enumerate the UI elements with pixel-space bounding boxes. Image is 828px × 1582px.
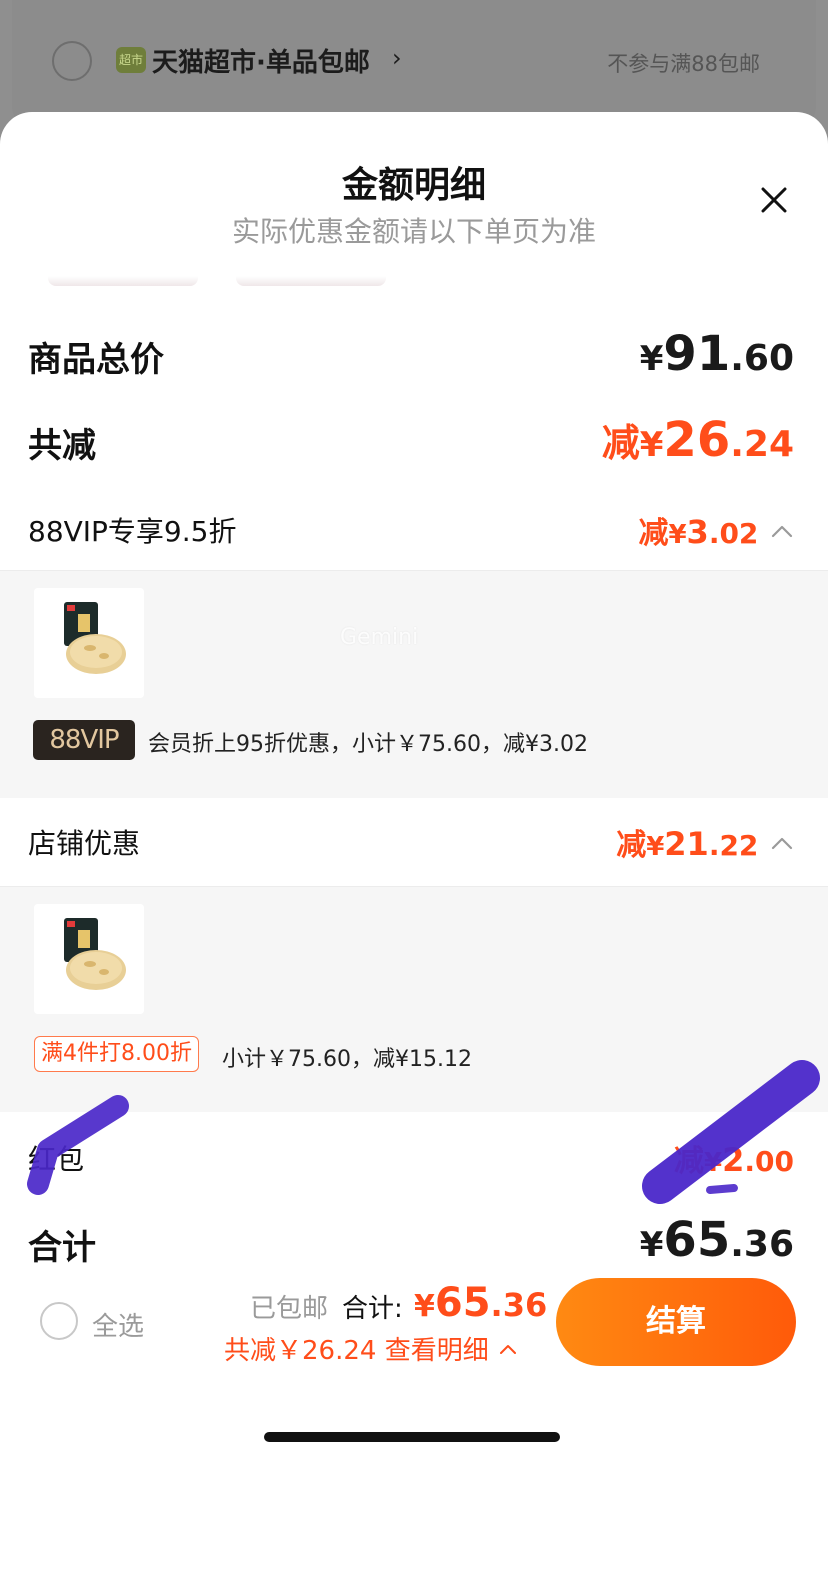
store-discount-header[interactable]: 店铺优惠 减¥21.22: [0, 808, 828, 878]
promo-tag: 满4件打8.00折: [34, 1036, 199, 1072]
vip-discount-label: 88VIP专享9.5折: [28, 515, 237, 548]
background-cart-store-row: 超市 天猫超市·单品包邮 › 不参与满88包邮: [12, 0, 816, 130]
background-store-note: 不参与满88包邮: [607, 52, 760, 76]
chevron-right-icon: ›: [392, 44, 402, 72]
scrolled-content-edge: [48, 276, 198, 286]
chevron-up-icon: [771, 525, 793, 538]
home-indicator: [264, 1432, 560, 1442]
grand-total-label: 合计: [28, 1228, 96, 1268]
view-details-link[interactable]: 共减￥26.24 查看明细: [224, 1330, 517, 1367]
close-icon: [761, 187, 787, 213]
grand-total-value: ¥65.36: [639, 1212, 794, 1268]
vip-discount-header[interactable]: 88VIP专享9.5折 减¥3.02: [0, 498, 828, 568]
bottom-total-label: 合计:: [342, 1294, 403, 1324]
product-image: [34, 904, 144, 1014]
sheet-subtitle: 实际优惠金额请以下单页为准: [231, 215, 596, 248]
marker-scribble: [27, 1095, 129, 1195]
goods-total-row: 商品总价 ¥91.60: [0, 326, 828, 386]
scrolled-content-edge: [236, 276, 386, 286]
tmall-supermarket-logo: 超市: [116, 47, 146, 73]
grand-total-row: 合计 ¥65.36: [0, 1212, 828, 1276]
vip-discount-detail-text: 会员折上95折优惠，小计￥75.60，减¥3.02: [148, 732, 588, 757]
store-discount-label: 店铺优惠: [28, 827, 141, 860]
product-thumbnail[interactable]: [34, 588, 144, 698]
goods-total-value: ¥91.60: [639, 326, 794, 382]
store-discount-detail-text: 小计￥75.60，减¥15.12: [222, 1047, 472, 1072]
page: 超市 天猫超市·单品包邮 › 不参与满88包邮 金额明细 实际优惠金额请以下单页…: [0, 0, 828, 1582]
bottom-total-value: ¥65.36: [414, 1280, 548, 1326]
vip-badge: 88VIP: [33, 720, 135, 760]
watermark: Gemini: [340, 625, 419, 650]
marker-scribble: [642, 1060, 820, 1204]
background-store-name[interactable]: 天猫超市·单品包邮: [152, 42, 370, 79]
total-discount-label: 共减: [28, 426, 96, 466]
vip-discount-value: 减¥3.02: [638, 508, 794, 552]
total-discount-value: 减¥26.24: [601, 412, 794, 468]
product-thumbnail[interactable]: [34, 904, 144, 1014]
chevron-up-icon: [499, 1345, 516, 1354]
goods-total-label: 商品总价: [28, 340, 164, 380]
shipping-status: 已包邮: [250, 1294, 329, 1324]
amount-detail-sheet: 金额明细 实际优惠金额请以下单页为准 商品总价 ¥91.60 共减 减¥26.2…: [0, 112, 828, 1582]
background-store-radio[interactable]: [52, 41, 92, 81]
product-image: [34, 588, 144, 698]
chevron-up-icon: [771, 837, 793, 850]
select-all-radio[interactable]: [40, 1302, 78, 1340]
select-all-label[interactable]: 全选: [92, 1306, 144, 1343]
close-button[interactable]: [754, 180, 794, 220]
sheet-title: 金额明细: [341, 165, 486, 206]
checkout-button[interactable]: 结算: [556, 1278, 796, 1366]
store-discount-value: 减¥21.22: [616, 820, 794, 864]
vip-discount-detail: 88VIP 会员折上95折优惠，小计￥75.60，减¥3.02: [0, 570, 828, 798]
total-discount-row: 共减 减¥26.24: [0, 412, 828, 472]
